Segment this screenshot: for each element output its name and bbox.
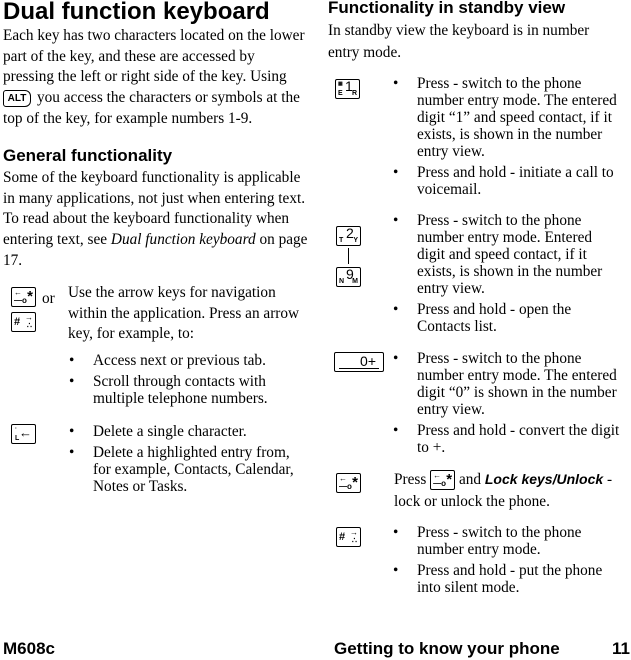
keys-2-9-bullets: • Press - switch to the phone number entr…: [393, 212, 623, 339]
arrow-keys-description: Use the arrow keys for navigation within…: [68, 284, 300, 343]
alt-key-label: ALT: [7, 93, 27, 105]
star-key-inline-icon: ← —o *: [430, 470, 456, 491]
footer-section: Getting to know your phone: [334, 639, 560, 658]
key1-bullets: • Press - switch to the phone number entr…: [393, 75, 623, 202]
lock-paragraph: Press ← —o * and Lock keys/Unlock - lock o…: [394, 468, 624, 513]
list-item: • Access next or previous tab.: [69, 352, 266, 369]
arrow-keys-bullets: • Access next or previous tab. • Scroll th…: [69, 352, 309, 411]
key-2-icon: 2TY: [336, 226, 361, 246]
key-0-plus-icon: 0+: [334, 352, 384, 372]
general-heading: General functionality: [3, 146, 173, 165]
hash-arrow-key-icon: # → ∴: [11, 312, 36, 332]
list-item: • Press - switch to the phone number entr…: [393, 75, 617, 160]
general-paragraph: Some of the keyboard functionality is ap…: [3, 168, 309, 272]
intro-text-1: Each key has two characters located on t…: [3, 27, 305, 86]
star-arrow-key-icon: ← —o *: [11, 287, 36, 307]
or-label: or: [42, 290, 55, 307]
footer-model: M608c: [3, 639, 55, 658]
key0-bullets: • Press - switch to the phone number entr…: [393, 350, 623, 460]
list-item: • Delete a single character.: [69, 423, 247, 440]
list-item: • Press and hold - put the phone into sil…: [393, 562, 603, 596]
hash-silent-key-icon: # → ∴: [336, 527, 361, 547]
alt-key-icon: ALT: [3, 90, 31, 108]
footer-page-number: 11: [612, 639, 630, 658]
standby-intro: In standby view the keyboard is in numbe…: [328, 22, 590, 61]
intro-paragraph: Each key has two characters located on t…: [3, 26, 309, 130]
key-1-voicemail-icon: ▦ 1 E R: [335, 79, 360, 99]
lock-and-text: and: [458, 471, 482, 488]
intro-text-2: you access the characters or symbols at …: [3, 89, 300, 127]
list-item: • Press and hold - convert the digit to +…: [393, 422, 620, 456]
backspace-bullets: • Delete a single character. • Delete a hi…: [69, 423, 309, 499]
lock-press-text: Press: [394, 471, 427, 488]
hash-key-bullets: • Press - switch to the phone number entr…: [393, 524, 623, 600]
list-item: • Press and hold - initiate a call to voi…: [393, 164, 614, 198]
list-item: • Press - switch to the phone number entr…: [393, 212, 603, 297]
backspace-key-icon: · L ←: [11, 424, 36, 444]
standby-heading: Functionality in standby view: [328, 0, 566, 17]
key-9-icon: 9NM: [336, 267, 361, 287]
list-item: • Press - switch to the phone number entr…: [393, 524, 582, 558]
lock-keys-command: Lock keys/Unlock: [484, 471, 604, 487]
dual-function-keyboard-link[interactable]: Dual function keyboard: [111, 231, 256, 248]
list-item: • Press - switch to the phone number entr…: [393, 350, 617, 418]
list-item: • Press and hold - open the Contacts list…: [393, 301, 572, 335]
list-item: • Delete a highlighted entry from, for ex…: [69, 444, 294, 495]
list-item: • Scroll through contacts with multiple t…: [69, 373, 268, 407]
star-lock-key-icon: ← —o *: [336, 473, 361, 493]
page-title: Dual function keyboard: [3, 0, 270, 25]
range-connector: [348, 248, 350, 264]
